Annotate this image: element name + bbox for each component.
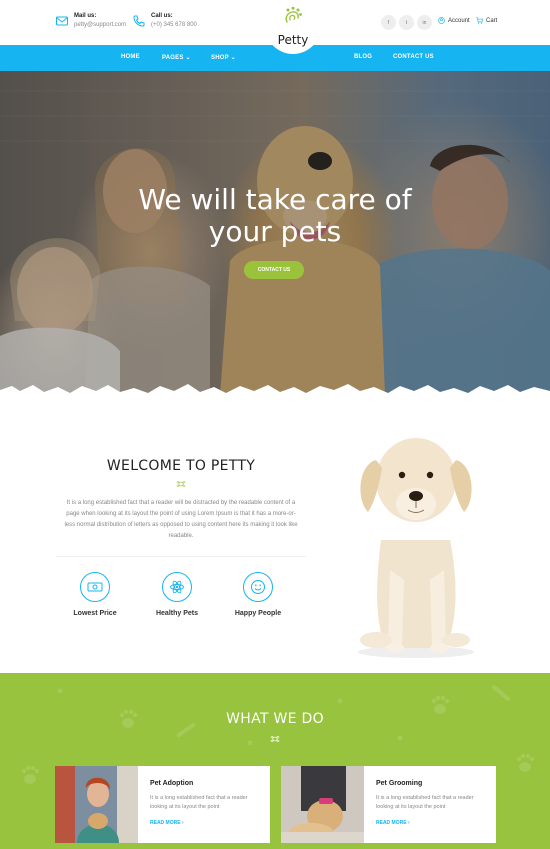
nav-contact[interactable]: CONTACT US <box>393 54 434 60</box>
service-card-adoption: Pet Adoption It is a long established fa… <box>55 766 270 843</box>
brand-logo[interactable]: Petty <box>265 0 321 54</box>
welcome-divider <box>56 556 306 557</box>
hero-title-line-2: your pets <box>208 215 342 248</box>
paw-logo-icon <box>285 6 302 23</box>
cart-label: Cart <box>486 17 498 24</box>
call-value[interactable]: (+0) 345 678 800 <box>151 21 197 30</box>
card-text: It is a long established fact that a rea… <box>150 795 248 810</box>
facebook-icon[interactable]: f <box>381 15 396 30</box>
puppy-image <box>358 438 474 658</box>
mail-icon <box>56 16 68 26</box>
feature-label: Lowest Price <box>73 610 117 617</box>
card-title: Pet Grooming <box>376 780 423 787</box>
money-icon <box>87 582 103 592</box>
welcome-title: WELCOME TO PETTY <box>106 458 256 474</box>
read-more-label: READ MORE <box>150 820 181 826</box>
call-contact: Call us: (+0) 345 678 800 <box>132 12 197 30</box>
linkedin-icon[interactable]: in <box>417 15 432 30</box>
twitter-icon[interactable]: t <box>399 15 414 30</box>
nav-blog[interactable]: BLOG <box>354 54 372 60</box>
chevron-right-icon: › <box>407 820 410 826</box>
adoption-photo <box>55 766 138 843</box>
cart-link[interactable]: Cart <box>476 17 497 24</box>
services-section: WHAT WE DO Pet Adoption It is a long est… <box>0 673 550 849</box>
grooming-photo <box>281 766 364 843</box>
cart-icon <box>476 17 483 24</box>
social-links: f t in <box>381 15 432 30</box>
service-card-grooming: Pet Grooming It is a long established fa… <box>281 766 496 843</box>
chevron-down-icon: ⌄ <box>185 55 191 61</box>
atom-icon <box>170 580 184 594</box>
feature-icon-circle <box>162 572 192 602</box>
feature-healthy-pets: Healthy Pets <box>137 572 217 617</box>
feature-icon-circle <box>243 572 273 602</box>
read-more-label: READ MORE <box>376 820 407 826</box>
feature-label: Happy People <box>234 610 282 617</box>
read-more-link[interactable]: READ MORE › <box>150 820 184 826</box>
mail-value[interactable]: petty@support.com <box>74 21 126 30</box>
nav-shop[interactable]: SHOP ⌄ <box>211 54 236 61</box>
feature-happy-people: Happy People <box>218 572 298 617</box>
mail-label: Mail us: <box>74 13 97 19</box>
card-text: It is a long established fact that a rea… <box>376 795 474 810</box>
bone-divider-icon <box>270 736 280 742</box>
account-link[interactable]: Account <box>438 17 470 24</box>
phone-icon <box>133 15 145 27</box>
services-title: WHAT WE DO <box>226 711 324 727</box>
hero-contact-button[interactable]: CONTACT US <box>244 261 304 279</box>
nav-home[interactable]: HOME <box>121 54 140 60</box>
account-label: Account <box>448 17 470 24</box>
hero-banner: We will take care of your pets CONTACT U… <box>0 71 550 396</box>
brand-name: Petty <box>277 33 309 47</box>
chevron-down-icon: ⌄ <box>230 55 236 61</box>
chevron-right-icon: › <box>181 820 184 826</box>
welcome-text: It is a long established fact that a rea… <box>64 500 298 539</box>
bone-divider-icon <box>176 481 186 487</box>
hero-title-line-1: We will take care of <box>138 183 412 216</box>
torn-paper-edge <box>0 384 550 396</box>
nav-pages-label: PAGES <box>162 55 184 61</box>
feature-lowest-price: Lowest Price <box>55 572 135 617</box>
nav-pages[interactable]: PAGES ⌄ <box>162 54 191 61</box>
call-label: Call us: <box>151 13 173 19</box>
card-title: Pet Adoption <box>150 780 194 787</box>
user-icon <box>438 17 445 24</box>
smile-icon <box>251 580 265 594</box>
mail-contact: Mail us: petty@support.com <box>55 12 126 30</box>
read-more-link[interactable]: READ MORE › <box>376 820 410 826</box>
nav-shop-label: SHOP <box>211 55 229 61</box>
hero-title: We will take care of your pets <box>0 184 550 248</box>
feature-label: Healthy Pets <box>155 610 199 617</box>
feature-icon-circle <box>80 572 110 602</box>
main-nav: HOME PAGES ⌄ SHOP ⌄ BLOG CONTACT US <box>0 45 550 71</box>
